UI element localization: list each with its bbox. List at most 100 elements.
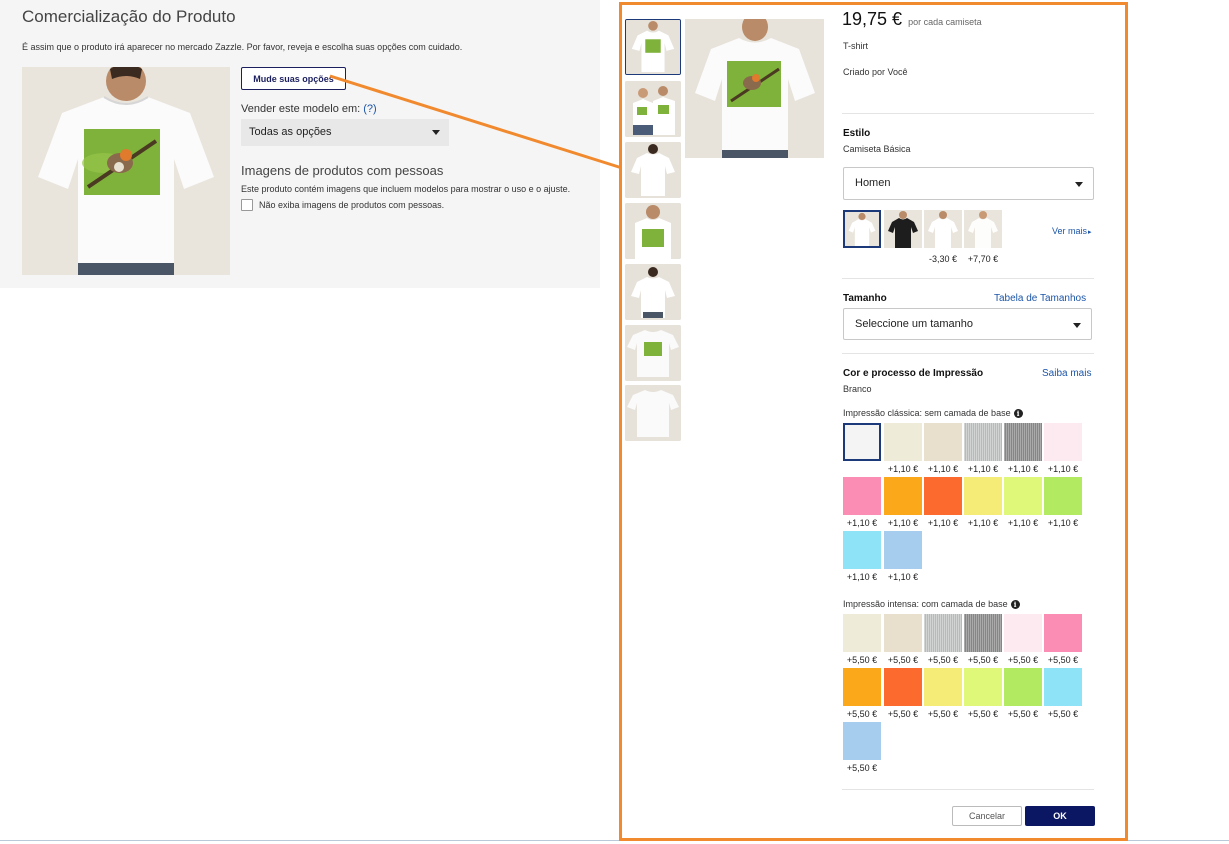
color-swatch[interactable]	[924, 477, 962, 515]
product-thumbnail-flat-back[interactable]	[625, 385, 681, 441]
product-thumbnail-closeup[interactable]	[625, 203, 681, 259]
divider	[842, 113, 1094, 114]
color-swatch[interactable]	[843, 722, 881, 760]
color-price: +5,50 €	[967, 655, 999, 665]
divider	[842, 353, 1094, 354]
merchandising-description: É assim que o produto irá aparecer no me…	[22, 42, 463, 52]
color-swatch[interactable]	[884, 423, 922, 461]
color-swatch[interactable]	[1004, 423, 1042, 461]
price-row: 19,75 € por cada camiseta	[842, 9, 982, 30]
sell-on-dropdown[interactable]: Todas as opções	[241, 119, 449, 146]
color-swatch[interactable]	[964, 614, 1002, 652]
product-price: 19,75 €	[842, 9, 903, 29]
created-by-value: Você	[887, 67, 908, 77]
size-chart-link[interactable]: Tabela de Tamanhos	[994, 293, 1086, 304]
intense-color-option[interactable]: +5,50 €	[964, 668, 1002, 719]
color-swatch[interactable]	[964, 668, 1002, 706]
see-more-styles-link[interactable]: Ver mais▸	[1052, 226, 1092, 236]
color-swatch[interactable]	[1004, 614, 1042, 652]
color-swatch[interactable]	[884, 531, 922, 569]
intense-color-option[interactable]: +5,50 €	[924, 614, 962, 665]
color-swatch[interactable]	[964, 423, 1002, 461]
product-thumbnail-flat-front[interactable]	[625, 325, 681, 381]
intense-color-option[interactable]: +5,50 €	[843, 614, 881, 665]
classic-color-option[interactable]: +1,10 €	[1004, 477, 1042, 528]
info-icon[interactable]: i	[1010, 600, 1020, 609]
classic-color-option[interactable]: +1,10 €	[924, 477, 962, 528]
intense-color-option[interactable]: +5,50 €	[1044, 668, 1082, 719]
color-swatch[interactable]	[843, 614, 881, 652]
style-swatch-white-tee-2[interactable]	[924, 210, 962, 248]
tshirt-model-illustration	[22, 67, 230, 275]
divider	[842, 278, 1094, 279]
style-swatch-black-tee[interactable]	[884, 210, 922, 248]
color-swatch[interactable]	[843, 668, 881, 706]
color-swatch[interactable]	[964, 477, 1002, 515]
color-swatch[interactable]	[924, 614, 962, 652]
classic-color-option[interactable]: +1,10 €	[924, 423, 962, 474]
color-swatch[interactable]	[1044, 614, 1082, 652]
intense-color-option[interactable]: +5,50 €	[1004, 614, 1042, 665]
color-swatch[interactable]	[1044, 668, 1082, 706]
style-swatch-price: -3,30 €	[928, 254, 958, 264]
classic-color-option[interactable]: +1,10 €	[1004, 423, 1042, 474]
classic-color-option[interactable]: +1,10 €	[964, 423, 1002, 474]
color-price: +5,50 €	[846, 655, 878, 665]
product-thumbnail-back[interactable]	[625, 264, 681, 320]
color-price: +1,10 €	[887, 572, 919, 582]
ok-button[interactable]: OK	[1025, 806, 1095, 826]
intense-color-option[interactable]: +5,50 €	[884, 668, 922, 719]
chevron-right-icon: ▸	[1088, 229, 1092, 236]
color-swatch[interactable]	[924, 423, 962, 461]
intense-color-option[interactable]: +5,50 €	[843, 668, 881, 719]
product-thumbnail-back-model[interactable]	[625, 142, 681, 198]
intense-color-option[interactable]: +5,50 €	[1004, 668, 1042, 719]
style-swatch-white-tee-3[interactable]	[964, 210, 1002, 248]
color-swatch[interactable]	[843, 477, 881, 515]
classic-color-option[interactable]: +1,10 €	[884, 477, 922, 528]
color-price: +1,10 €	[1007, 518, 1039, 528]
color-swatch[interactable]	[884, 477, 922, 515]
intense-color-option[interactable]: +5,50 €	[843, 722, 881, 773]
classic-color-option[interactable]: +1,10 €	[964, 477, 1002, 528]
size-dropdown-placeholder: Seleccione um tamanho	[855, 318, 974, 330]
intense-color-option[interactable]: +5,50 €	[1044, 614, 1082, 665]
gender-dropdown[interactable]: Homen	[843, 167, 1094, 200]
size-section-title: Tamanho	[843, 293, 887, 304]
learn-more-link[interactable]: Saiba mais	[1042, 368, 1091, 379]
color-price: +5,50 €	[1047, 655, 1079, 665]
color-swatch[interactable]	[843, 531, 881, 569]
intense-color-option[interactable]: +5,50 €	[924, 668, 962, 719]
info-icon[interactable]: i	[1013, 409, 1023, 418]
classic-print-label: Impressão clássica: sem camada de base i	[843, 408, 1023, 418]
color-price: +5,50 €	[1007, 655, 1039, 665]
color-swatch[interactable]	[1004, 668, 1042, 706]
color-swatch[interactable]	[1044, 477, 1082, 515]
color-swatch[interactable]	[884, 668, 922, 706]
color-swatch[interactable]	[1004, 477, 1042, 515]
color-swatch[interactable]	[843, 423, 881, 461]
cancel-button[interactable]: Cancelar	[952, 806, 1022, 826]
color-swatch[interactable]	[1044, 423, 1082, 461]
classic-color-option[interactable]: +1,10 €	[884, 531, 922, 582]
classic-color-option[interactable]: +1,10 €	[1044, 423, 1082, 474]
style-swatch-white-tee[interactable]	[843, 210, 881, 248]
color-swatch[interactable]	[884, 614, 922, 652]
color-swatch[interactable]	[924, 668, 962, 706]
classic-color-option[interactable]	[843, 423, 881, 464]
intense-color-option[interactable]: +5,50 €	[884, 614, 922, 665]
change-options-button[interactable]: Mude suas opções	[241, 67, 346, 90]
classic-color-option[interactable]: +1,10 €	[843, 477, 881, 528]
sell-on-help-link[interactable]: (?)	[363, 103, 376, 115]
classic-color-option[interactable]: +1,10 €	[1044, 477, 1082, 528]
classic-color-option[interactable]: +1,10 €	[884, 423, 922, 474]
hide-people-images-checkbox[interactable]	[241, 199, 253, 211]
product-thumbnail-front[interactable]	[625, 19, 681, 75]
color-price: +1,10 €	[887, 518, 919, 528]
size-dropdown[interactable]: Seleccione um tamanho	[843, 308, 1092, 340]
color-price: +1,10 €	[967, 518, 999, 528]
hide-people-images-option[interactable]: Não exiba imagens de produtos com pessoa…	[241, 199, 444, 211]
product-thumbnail-couple[interactable]	[625, 81, 681, 137]
intense-color-option[interactable]: +5,50 €	[964, 614, 1002, 665]
classic-color-option[interactable]: +1,10 €	[843, 531, 881, 582]
